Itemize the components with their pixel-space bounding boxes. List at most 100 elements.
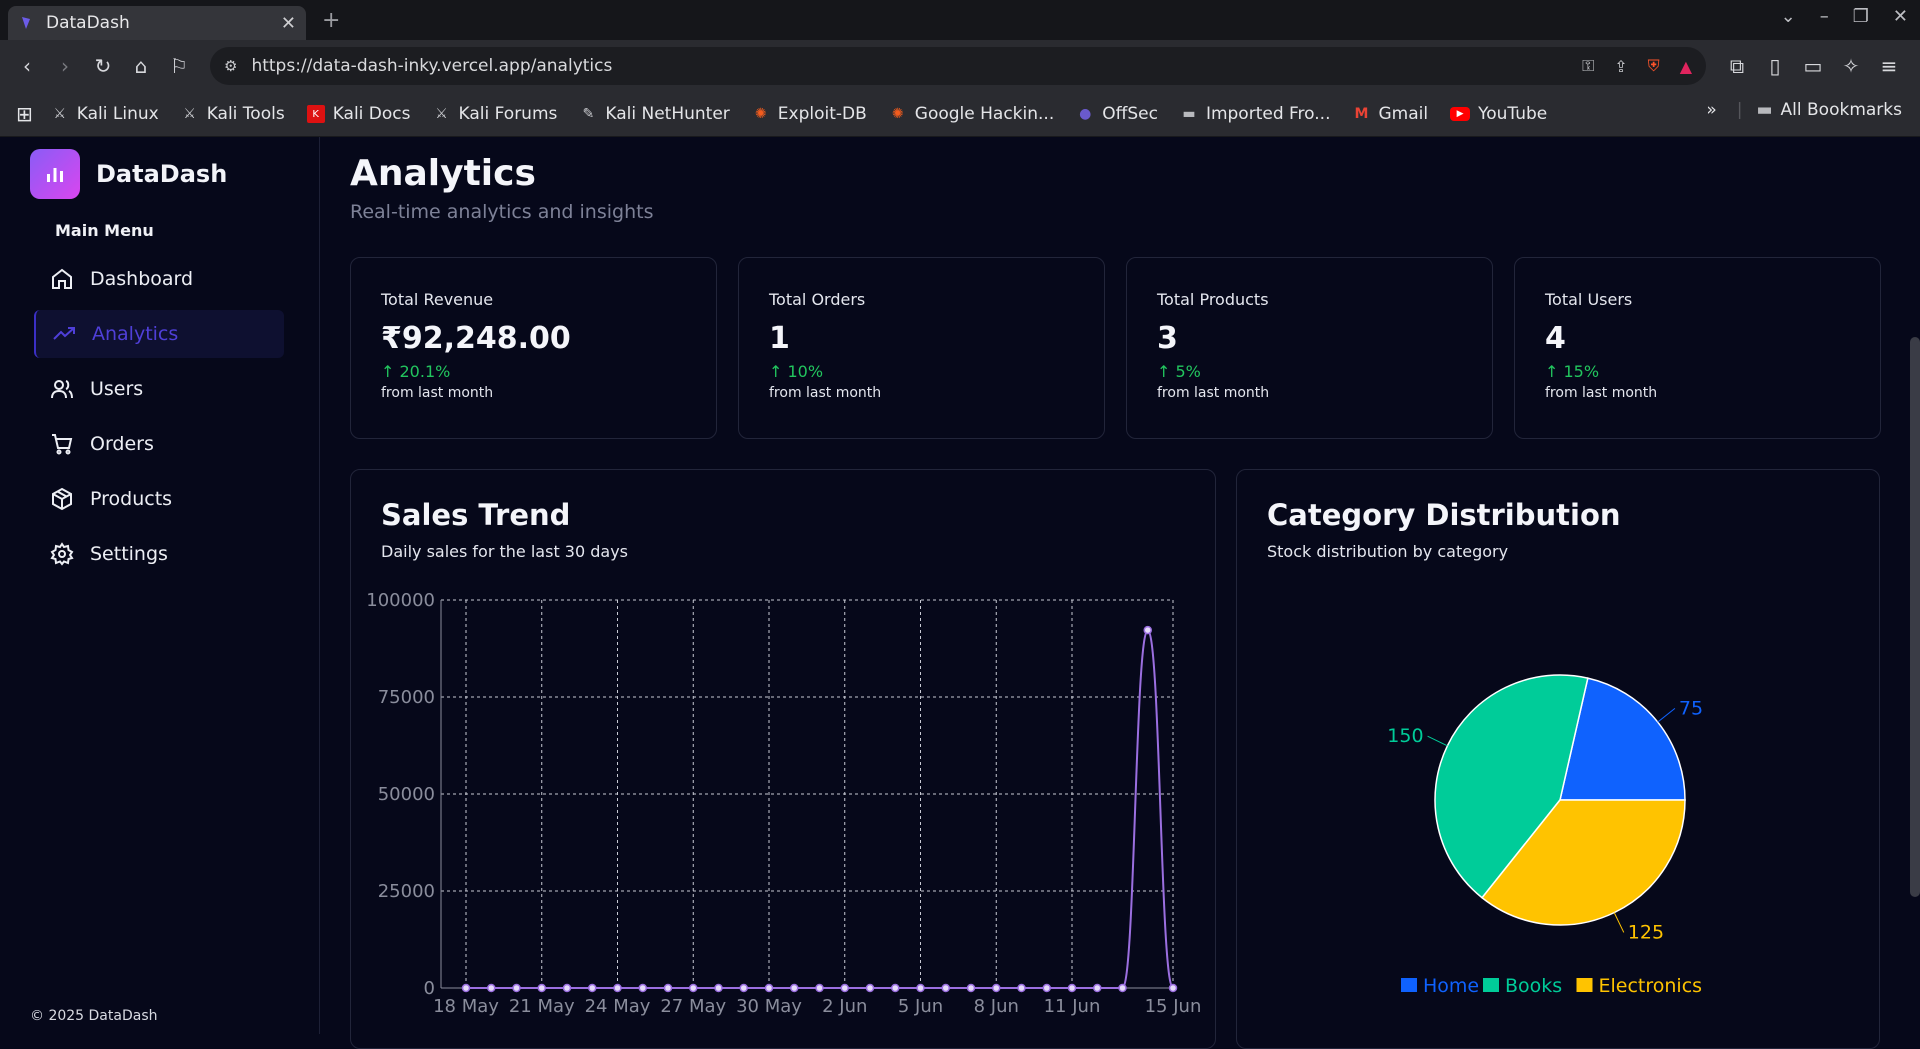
bookmark-offsec[interactable]: ● OffSec (1076, 104, 1158, 124)
leo-ai-icon[interactable]: ✧ (1834, 49, 1868, 83)
sales-point (865, 983, 875, 993)
sidebar-item-analytics[interactable]: Analytics (34, 310, 284, 358)
bookmark-imported[interactable]: ▬ Imported Fro... (1180, 104, 1331, 124)
pie-value-label: 125 (1628, 921, 1664, 943)
back-icon[interactable]: ‹ (10, 49, 44, 83)
sidebar-item-orders[interactable]: Orders (34, 420, 284, 468)
tab-close-icon[interactable]: ✕ (281, 13, 296, 34)
more-bookmarks-icon[interactable]: » (1706, 100, 1716, 120)
bookmark-kali-linux[interactable]: ⚔ Kali Linux (51, 104, 159, 124)
bookmark-label: Imported Fro... (1205, 104, 1331, 124)
bookmark-gmail[interactable]: M Gmail (1352, 104, 1429, 124)
bookmark-kali-nethunter[interactable]: ✎ Kali NetHunter (579, 104, 730, 124)
main-menu: Dashboard Analytics Users Orders Product… (34, 255, 284, 585)
pie-value-label: 75 (1679, 697, 1703, 719)
page-subtitle: Real-time analytics and insights (350, 201, 654, 223)
sales-point (1017, 983, 1026, 993)
bookmark-label: Gmail (1378, 104, 1429, 124)
bar-chart-logo-icon (30, 149, 80, 199)
all-bookmarks-button[interactable]: All Bookmarks (1781, 100, 1902, 120)
stat-card-revenue: Total Revenue ₹92,248.00 ↑ 20.1% from la… (350, 257, 717, 439)
address-bar[interactable]: ⚙ https://data-dash-inky.vercel.app/anal… (210, 47, 1706, 85)
sidebar: DataDash Main Menu Dashboard Analytics U… (0, 137, 320, 1034)
legend-label: Home (1423, 975, 1479, 997)
legend-swatch (1401, 978, 1417, 992)
youtube-icon: ▶ (1450, 107, 1471, 121)
sales-point (815, 983, 824, 993)
x-tick-label: 15 Jun (1145, 996, 1202, 1017)
sales-series-line (466, 629, 1174, 989)
sales-point (562, 983, 572, 993)
bookmark-kali-tools[interactable]: ⚔ Kali Tools (181, 104, 285, 124)
folder-icon: ▬ (1182, 106, 1196, 122)
stat-change-value: 15% (1563, 362, 1600, 381)
bookmark-label: Kali NetHunter (605, 104, 730, 124)
home-page-icon[interactable]: ⌂ (124, 49, 158, 83)
sidebar-item-products[interactable]: Products (34, 475, 284, 523)
brave-rewards-icon[interactable]: ▲ (1680, 57, 1692, 76)
window-close-icon[interactable]: ✕ (1893, 6, 1908, 27)
sales-point (739, 983, 748, 993)
kali-docs-icon: K (306, 105, 325, 123)
stat-value: ₹92,248.00 (381, 321, 571, 356)
sidebar-item-users[interactable]: Users (34, 365, 284, 413)
bookmark-label: YouTube (1478, 104, 1548, 124)
bookmark-kali-docs[interactable]: K Kali Docs (306, 104, 411, 124)
arrow-up-icon: ↑ (769, 362, 788, 381)
sidebar-item-label: Orders (90, 433, 154, 455)
y-tick-label: 50000 (378, 784, 435, 805)
restore-icon[interactable]: ❐ (1853, 6, 1869, 27)
tab-list-icon[interactable]: ⌄ (1781, 6, 1796, 27)
sales-point (588, 983, 597, 993)
x-tick-label: 30 May (736, 996, 802, 1017)
bookmark-youtube[interactable]: ▶ YouTube (1450, 104, 1547, 124)
site-settings-icon[interactable]: ⚙ (224, 57, 237, 75)
new-tab-icon[interactable]: + (322, 8, 340, 33)
minimize-icon[interactable]: – (1820, 6, 1829, 27)
kali-icon: ⚔ (435, 106, 448, 122)
reload-icon[interactable]: ↻ (86, 49, 120, 83)
pie-value-label: 150 (1387, 725, 1423, 747)
legend-swatch (1483, 978, 1499, 992)
bookmark-icon[interactable]: ⚐ (162, 49, 196, 83)
menu-icon[interactable]: ≡ (1872, 49, 1906, 83)
forward-icon[interactable]: › (48, 49, 82, 83)
url-text[interactable]: https://data-dash-inky.vercel.app/analyt… (251, 56, 1562, 76)
legend-swatch (1576, 978, 1593, 992)
stat-change: ↑ 5% (1157, 362, 1462, 381)
stat-note: from last month (1157, 385, 1270, 401)
bookmark-exploit-db[interactable]: ✺ Exploit-DB (752, 104, 867, 124)
brave-shield-icon[interactable]: ⛨ (1648, 56, 1660, 76)
sidebar-item-dashboard[interactable]: Dashboard (34, 255, 284, 303)
bookmark-label: Kali Linux (76, 104, 159, 124)
offsec-icon: ● (1079, 106, 1092, 122)
bookmark-kali-forums[interactable]: ⚔ Kali Forums (433, 104, 557, 124)
sales-point (1093, 983, 1102, 993)
share-icon[interactable]: ⇪ (1614, 57, 1627, 76)
brand[interactable]: DataDash (30, 149, 227, 199)
sidebar-toggle-icon[interactable]: ▯ (1758, 49, 1792, 83)
sales-line-chart: 025000500007500010000018 May 21 May 24 May… (366, 590, 1202, 1017)
sales-trend-panel: Sales Trend Daily sales for the last 30 … (350, 469, 1216, 1049)
category-panel: Category Distribution Stock distribution… (1236, 469, 1880, 1049)
pie-label-leader (1657, 707, 1676, 723)
password-key-icon[interactable]: ⚿ (1582, 56, 1594, 76)
sidebar-item-label: Users (90, 378, 144, 400)
stat-card-users: Total Users 4 ↑ 15% from last month (1514, 257, 1881, 439)
apps-icon[interactable]: ⊞ (16, 102, 33, 126)
main-content: Analytics Real-time analytics and insigh… (320, 137, 1920, 1049)
page-scrollbar[interactable] (1910, 337, 1920, 897)
browser-tab[interactable]: DataDash ✕ (8, 6, 306, 40)
copyright: © 2025 DataDash (30, 1008, 158, 1024)
bookmark-label: Exploit-DB (777, 104, 867, 124)
pie-label-leader (1427, 735, 1448, 747)
bookmark-label: Kali Tools (206, 104, 285, 124)
bookmark-google-hacking[interactable]: ✺ Google Hackin... (889, 104, 1054, 124)
extensions-icon[interactable]: ⧉ (1720, 49, 1754, 83)
kali-icon: ⚔ (53, 106, 67, 122)
y-tick-label: 75000 (378, 687, 435, 708)
wallet-icon[interactable]: ▭ (1796, 49, 1830, 83)
category-pie-chart: 75 150 125 Home Books Electronics (1387, 674, 1703, 997)
stat-card-orders: Total Orders 1 ↑ 10% from last month (738, 257, 1105, 439)
sidebar-item-settings[interactable]: Settings (34, 530, 284, 578)
